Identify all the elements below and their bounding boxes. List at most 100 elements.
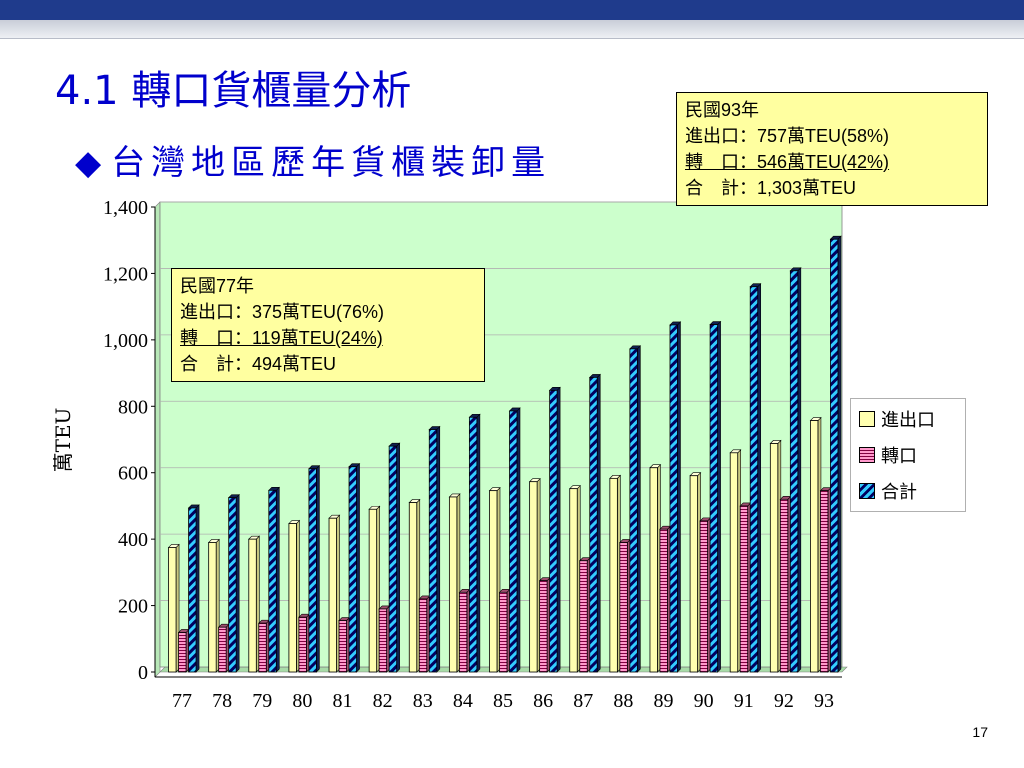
legend-item-total: 合計 [859,475,965,507]
bar-total [749,286,759,673]
bar-transshipment [458,591,468,673]
bar-export [649,467,658,673]
bar-export [328,517,337,673]
bar-total [348,466,357,673]
bar-export [689,475,698,673]
legend-item-transshipment: 轉口 [859,439,965,471]
bar-transshipment [178,632,187,673]
bar-total-side [356,463,360,673]
bar-export [489,490,498,673]
callout-93-transshipment: 轉 口：546萬TEU(42%) [685,152,890,172]
bar-transshipment [218,626,227,673]
bar-transshipment [258,622,267,673]
bar-transshipment [298,616,307,673]
bar-transshipment [739,505,749,673]
x-tick-label: 83 [413,690,433,712]
legend-swatch-total [859,483,875,499]
bar-export [729,452,739,673]
callout-77-import-export: 進出口：375萬TEU(76%) [180,302,385,322]
bar-transshipment [579,560,588,673]
callout-77-year: 民國77年 [180,276,255,296]
bar-total [549,389,558,673]
bar-total-side [556,386,561,673]
bar-total-side [717,320,721,673]
bar-total [308,468,317,673]
legend-label-transshipment: 轉口 [881,446,917,467]
bar-total [589,376,598,673]
bar-total-side [235,493,240,673]
x-tick-label: 80 [292,690,312,712]
bar-total [468,416,478,673]
callout-93-year: 民國93年 [685,100,760,120]
x-tick-label: 93 [814,690,834,712]
bar-total-side [275,486,280,673]
plot-side-wall [154,201,161,678]
bar-export [810,420,819,673]
bar-total [188,507,197,673]
callout-77-total: 合 計：494萬TEU [180,354,337,374]
bar-total-side [596,373,601,673]
chart-legend: 進出口 轉口 合計 [850,398,966,512]
bar-export [248,538,257,673]
bar-transshipment [338,620,347,673]
bar-total [268,489,277,673]
bar-export [288,523,297,673]
x-tick-label: 88 [613,690,633,712]
y-tick-label: 200 [118,596,148,618]
callout-77-transshipment: 轉 口：119萬TEU(24%) [180,328,383,348]
legend-swatch-transshipment [859,447,875,463]
bar-transshipment [699,520,708,673]
bar-transshipment [779,498,789,673]
bar-transshipment [418,598,428,673]
legend-item-export: 進出口 [859,403,965,435]
bar-transshipment [659,528,668,673]
bar-total [388,445,398,673]
bar-total [228,497,237,673]
bar-export [609,477,618,673]
bar-transshipment [499,591,508,673]
bar-total-side [316,465,320,673]
x-tick-label: 84 [453,690,473,712]
bar-transshipment [539,580,548,673]
bar-total-side [797,267,802,673]
bar-transshipment [619,542,628,673]
bar-total-side [516,407,521,673]
bar-total [709,324,718,673]
y-tick-label: 400 [118,529,148,551]
x-tick-label: 81 [333,690,353,712]
y-tick-label: 0 [138,662,148,684]
callout-year-93: 民國93年 進出口：757萬TEU(58%) 轉 口：546萬TEU(42%) … [676,92,988,206]
bar-total [629,348,638,673]
legend-label-export: 進出口 [881,410,935,431]
bar-export [569,488,578,673]
y-tick-label: 600 [118,463,148,485]
bar-total [428,429,438,673]
x-tick-label: 85 [493,690,513,712]
bar-total-side [757,282,762,673]
y-axis-title: 萬TEU [51,408,75,473]
bar-total-side [436,425,441,673]
y-tick-label: 1,400 [103,197,148,219]
x-tick-label: 77 [172,690,192,712]
x-tick-label: 92 [774,690,794,712]
y-tick-label: 800 [118,396,148,418]
bar-total [669,324,678,673]
legend-label-total: 合計 [881,482,917,503]
bar-export [368,508,378,673]
bar-export [448,496,458,673]
legend-swatch-export [859,411,875,427]
callout-year-77: 民國77年 進出口：375萬TEU(76%) 轉 口：119萬TEU(24%) … [171,268,485,382]
bar-total-side [195,504,200,673]
bar-total-side [396,442,400,673]
x-tick-label: 91 [734,690,754,712]
bar-total [789,270,799,673]
bar-transshipment [820,490,829,673]
y-tick-label: 1,200 [103,263,148,285]
x-tick-label: 87 [573,690,593,712]
y-tick-label: 1,000 [103,330,148,352]
callout-93-import-export: 進出口：757萬TEU(58%) [685,126,890,146]
bar-total [509,410,518,673]
bar-export [168,547,177,673]
page-number: 17 [972,724,988,740]
x-tick-label: 89 [653,690,673,712]
